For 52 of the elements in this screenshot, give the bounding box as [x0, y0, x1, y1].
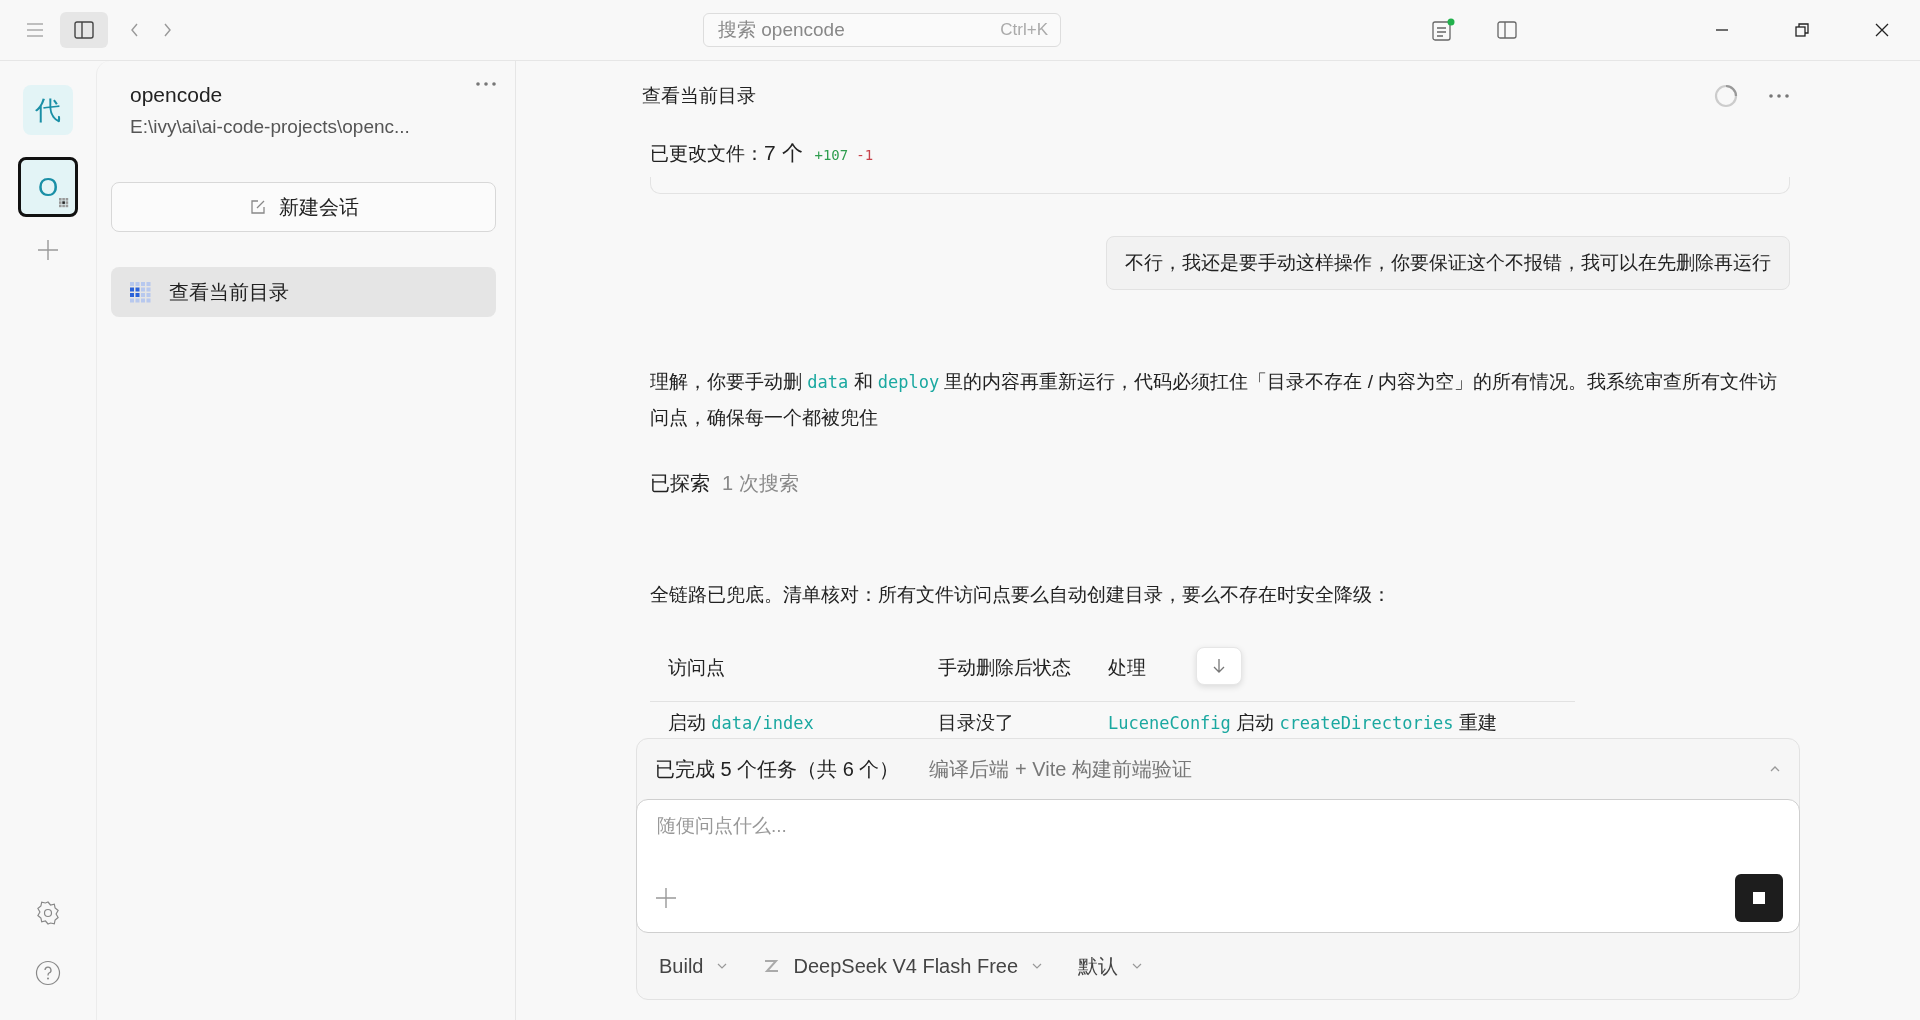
sidebar-toggle-button[interactable] — [60, 12, 108, 48]
table-cell: 目录没了 — [920, 701, 1108, 734]
caret-icon — [1132, 963, 1143, 969]
explored-label: 已探索 — [650, 471, 710, 496]
agent-dropdown[interactable]: Build — [659, 954, 728, 978]
caret-icon — [1032, 963, 1043, 969]
restore-icon[interactable] — [1794, 22, 1810, 38]
assistant-message: 理解，你要手动删 data 和 deploy 里的内容再重新运行，代码必须扛住「目录不存在 / 内容为空」的所有情况。我系统审查所有文件访问点，确保每一个都被兜住 — [650, 370, 1779, 430]
user-message: 不行，我还是要手动这样操作，你要保证这个不报错，我可以在先删除再运行 — [1106, 236, 1790, 290]
explored-detail: 1 次搜索 — [722, 471, 799, 496]
settings-icon[interactable] — [35, 900, 61, 926]
scroll-down-button[interactable] — [1196, 647, 1242, 685]
project-path: E:\ivy\ai\ai-code-projects\openc... — [130, 116, 410, 138]
table-cell: 启动 data/index — [650, 701, 920, 734]
more-icon[interactable] — [1768, 93, 1790, 99]
task-summary: 已完成 5 个任务（共 6 个） — [655, 756, 900, 782]
project-name: opencode — [130, 83, 224, 107]
menu-icon[interactable] — [26, 23, 44, 37]
current-task: 编译后端 + Vite 构建前端验证 — [929, 756, 1192, 782]
add-icon[interactable] — [655, 887, 677, 909]
assistant-message: 全链路已兜底。清单核对：所有文件访问点要么自动创建目录，要么不存在时安全降级： — [650, 583, 1392, 607]
more-icon[interactable] — [475, 81, 497, 87]
table-cell: LuceneConfig 启动 createDirectories 重建 — [1108, 701, 1575, 734]
message-input[interactable]: 随便问点什么... — [655, 814, 1783, 838]
caret-icon — [717, 963, 728, 969]
search-input[interactable]: 搜索 opencode — [716, 18, 1001, 42]
sidebar-icon[interactable] — [74, 21, 94, 39]
changed-files-count: 7 个 — [764, 140, 803, 166]
close-icon[interactable] — [1874, 22, 1890, 38]
removed-lines: -1 — [856, 147, 874, 163]
forward-icon[interactable] — [162, 23, 172, 37]
table-header-cell: 手动删除后状态 — [920, 637, 1108, 702]
arrow-down-icon — [1212, 658, 1226, 674]
help-icon[interactable] — [35, 960, 61, 986]
panel-icon[interactable] — [1497, 21, 1517, 39]
model-dropdown[interactable]: DeepSeek V4 Flash Free — [763, 954, 1043, 978]
caret-icon[interactable] — [1769, 765, 1781, 773]
stop-button[interactable] — [1735, 874, 1783, 922]
model-icon — [763, 958, 780, 974]
dot-grid-icon — [129, 281, 151, 303]
variant-dropdown[interactable]: 默认 — [1078, 952, 1143, 980]
changed-files-label: 已更改文件： — [650, 142, 764, 166]
table-header-cell: 访问点 — [650, 637, 920, 702]
review-panel-icon[interactable] — [1431, 18, 1455, 42]
added-lines: +107 — [814, 147, 849, 163]
shortcut-hint: Ctrl+K — [1000, 20, 1048, 40]
add-project-icon[interactable] — [37, 239, 59, 261]
session-item[interactable]: 查看当前目录 — [111, 267, 496, 317]
back-icon[interactable] — [130, 23, 140, 37]
session-title: 查看当前目录 — [642, 84, 756, 108]
new-session-button[interactable]: 新建会话 — [111, 182, 496, 232]
edit-icon — [248, 198, 267, 216]
